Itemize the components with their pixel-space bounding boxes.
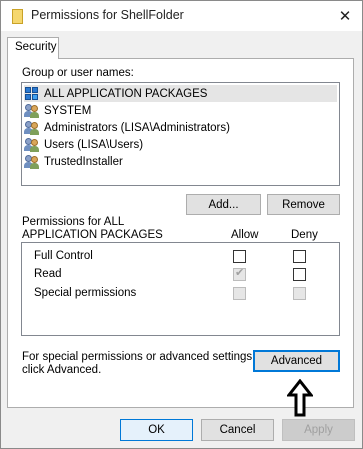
- group-label: Group or user names:: [22, 67, 134, 79]
- up-arrow-icon: [287, 379, 313, 417]
- cancel-button[interactable]: Cancel: [201, 419, 274, 441]
- permission-label: Special permissions: [34, 287, 137, 299]
- package-icon: [24, 86, 40, 101]
- list-item-label: ALL APPLICATION PACKAGES: [44, 87, 208, 100]
- special-note-line2: click Advanced.: [22, 364, 102, 376]
- users-icon: [24, 154, 40, 169]
- users-icon: [24, 137, 40, 152]
- deny-header: Deny: [291, 229, 318, 241]
- allow-header: Allow: [231, 229, 259, 241]
- permissions-for-line2: APPLICATION PACKAGES: [22, 229, 163, 241]
- list-item[interactable]: Users (LISA\Users): [24, 136, 337, 153]
- tab-security-label: Security: [15, 41, 57, 53]
- user-listbox[interactable]: ALL APPLICATION PACKAGES SYSTEM Administ…: [21, 82, 340, 186]
- deny-full-control-checkbox[interactable]: [293, 250, 306, 263]
- ok-button[interactable]: OK: [120, 419, 193, 441]
- apply-button: Apply: [282, 419, 355, 441]
- list-item-label: TrustedInstaller: [44, 155, 123, 168]
- window-title: Permissions for ShellFolder: [31, 8, 184, 22]
- allow-special-checkbox: [233, 287, 246, 300]
- add-button[interactable]: Add...: [186, 194, 261, 215]
- permission-label: Read: [34, 268, 62, 280]
- list-item[interactable]: ALL APPLICATION PACKAGES: [24, 85, 337, 102]
- permissions-for-line1: Permissions for ALL: [22, 216, 125, 228]
- allow-read-checkbox: ✔: [233, 267, 246, 281]
- folder-icon: [12, 9, 23, 24]
- deny-special-checkbox: [293, 287, 306, 300]
- tab-security[interactable]: Security: [7, 37, 59, 59]
- list-item-label: Users (LISA\Users): [44, 138, 144, 151]
- permission-label: Full Control: [34, 250, 93, 262]
- list-item[interactable]: Administrators (LISA\Administrators): [24, 119, 337, 136]
- check-icon: ✔: [235, 267, 245, 279]
- users-icon: [24, 120, 40, 135]
- users-icon: [24, 103, 40, 118]
- list-item[interactable]: TrustedInstaller: [24, 153, 337, 170]
- allow-full-control-checkbox[interactable]: [233, 250, 246, 263]
- list-item-label: Administrators (LISA\Administrators): [44, 121, 230, 134]
- deny-read-checkbox[interactable]: [293, 268, 306, 281]
- list-item[interactable]: SYSTEM: [24, 102, 337, 119]
- remove-button[interactable]: Remove: [267, 194, 340, 215]
- special-note-line1: For special permissions or advanced sett…: [22, 351, 256, 363]
- permissions-table: Full Control Read ✔ Special permissions: [21, 242, 340, 336]
- list-item-label: SYSTEM: [44, 104, 92, 117]
- close-button[interactable]: ✕: [334, 5, 356, 27]
- advanced-button[interactable]: Advanced: [253, 350, 340, 372]
- title-bar: Permissions for ShellFolder ✕: [1, 1, 362, 31]
